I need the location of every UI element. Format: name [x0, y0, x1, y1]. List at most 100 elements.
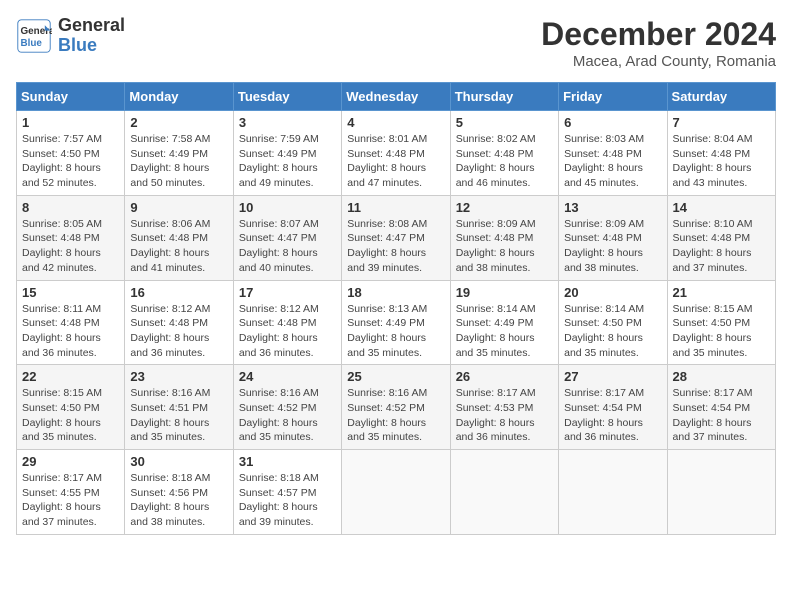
calendar-day-cell: 11 Sunrise: 8:08 AM Sunset: 4:47 PM Dayli… — [342, 195, 450, 280]
calendar-day-cell: 9 Sunrise: 8:06 AM Sunset: 4:48 PM Daylig… — [125, 195, 233, 280]
weekday-header: Friday — [559, 83, 667, 111]
weekday-header: Monday — [125, 83, 233, 111]
calendar-day-cell — [342, 450, 450, 535]
calendar-day-cell: 23 Sunrise: 8:16 AM Sunset: 4:51 PM Dayli… — [125, 365, 233, 450]
day-number: 17 — [239, 285, 336, 300]
calendar-day-cell: 3 Sunrise: 7:59 AM Sunset: 4:49 PM Daylig… — [233, 111, 341, 196]
day-info: Sunrise: 8:06 AM Sunset: 4:48 PM Dayligh… — [130, 217, 227, 276]
logo-general: General — [58, 16, 125, 36]
calendar-day-cell: 19 Sunrise: 8:14 AM Sunset: 4:49 PM Dayli… — [450, 280, 558, 365]
day-number: 10 — [239, 200, 336, 215]
day-info: Sunrise: 8:17 AM Sunset: 4:53 PM Dayligh… — [456, 386, 553, 445]
day-info: Sunrise: 8:09 AM Sunset: 4:48 PM Dayligh… — [456, 217, 553, 276]
day-info: Sunrise: 8:08 AM Sunset: 4:47 PM Dayligh… — [347, 217, 444, 276]
day-info: Sunrise: 8:11 AM Sunset: 4:48 PM Dayligh… — [22, 302, 119, 361]
calendar-day-cell: 4 Sunrise: 8:01 AM Sunset: 4:48 PM Daylig… — [342, 111, 450, 196]
day-number: 30 — [130, 454, 227, 469]
title-block: December 2024 Macea, Arad County, Romani… — [541, 16, 776, 70]
day-info: Sunrise: 8:14 AM Sunset: 4:49 PM Dayligh… — [456, 302, 553, 361]
calendar-week-row: 1 Sunrise: 7:57 AM Sunset: 4:50 PM Daylig… — [17, 111, 776, 196]
calendar-day-cell: 12 Sunrise: 8:09 AM Sunset: 4:48 PM Dayli… — [450, 195, 558, 280]
day-info: Sunrise: 8:16 AM Sunset: 4:52 PM Dayligh… — [239, 386, 336, 445]
day-number: 31 — [239, 454, 336, 469]
day-number: 26 — [456, 369, 553, 384]
day-info: Sunrise: 8:17 AM Sunset: 4:54 PM Dayligh… — [564, 386, 661, 445]
calendar-day-cell: 5 Sunrise: 8:02 AM Sunset: 4:48 PM Daylig… — [450, 111, 558, 196]
day-info: Sunrise: 8:16 AM Sunset: 4:51 PM Dayligh… — [130, 386, 227, 445]
day-info: Sunrise: 8:18 AM Sunset: 4:56 PM Dayligh… — [130, 471, 227, 530]
calendar-table: SundayMondayTuesdayWednesdayThursdayFrid… — [16, 82, 776, 535]
calendar-day-cell: 17 Sunrise: 8:12 AM Sunset: 4:48 PM Dayli… — [233, 280, 341, 365]
day-number: 14 — [673, 200, 770, 215]
calendar-day-cell — [667, 450, 775, 535]
day-number: 23 — [130, 369, 227, 384]
calendar-day-cell: 27Sunrise: 8:17 AM Sunset: 4:54 PM Dayli… — [559, 365, 667, 450]
calendar-week-row: 8 Sunrise: 8:05 AM Sunset: 4:48 PM Daylig… — [17, 195, 776, 280]
day-info: Sunrise: 8:10 AM Sunset: 4:48 PM Dayligh… — [673, 217, 770, 276]
calendar-day-cell: 20Sunrise: 8:14 AM Sunset: 4:50 PM Dayli… — [559, 280, 667, 365]
day-number: 7 — [673, 115, 770, 130]
day-number: 5 — [456, 115, 553, 130]
calendar-day-cell: 10Sunrise: 8:07 AM Sunset: 4:47 PM Dayli… — [233, 195, 341, 280]
day-number: 11 — [347, 200, 444, 215]
calendar-day-cell: 2 Sunrise: 7:58 AM Sunset: 4:49 PM Daylig… — [125, 111, 233, 196]
day-number: 18 — [347, 285, 444, 300]
logo-blue: Blue — [58, 36, 125, 56]
day-number: 2 — [130, 115, 227, 130]
day-info: Sunrise: 7:58 AM Sunset: 4:49 PM Dayligh… — [130, 132, 227, 191]
calendar-day-cell: 15Sunrise: 8:11 AM Sunset: 4:48 PM Dayli… — [17, 280, 125, 365]
day-number: 13 — [564, 200, 661, 215]
calendar-day-cell: 8 Sunrise: 8:05 AM Sunset: 4:48 PM Daylig… — [17, 195, 125, 280]
location: Macea, Arad County, Romania — [541, 53, 776, 70]
day-info: Sunrise: 8:17 AM Sunset: 4:55 PM Dayligh… — [22, 471, 119, 530]
day-number: 9 — [130, 200, 227, 215]
day-info: Sunrise: 8:12 AM Sunset: 4:48 PM Dayligh… — [239, 302, 336, 361]
day-info: Sunrise: 8:02 AM Sunset: 4:48 PM Dayligh… — [456, 132, 553, 191]
day-info: Sunrise: 8:17 AM Sunset: 4:54 PM Dayligh… — [673, 386, 770, 445]
calendar-day-cell: 6 Sunrise: 8:03 AM Sunset: 4:48 PM Daylig… — [559, 111, 667, 196]
calendar-week-row: 22 Sunrise: 8:15 AM Sunset: 4:50 PM Dayli… — [17, 365, 776, 450]
day-info: Sunrise: 8:18 AM Sunset: 4:57 PM Dayligh… — [239, 471, 336, 530]
logo-text: General Blue — [58, 16, 125, 56]
day-number: 20 — [564, 285, 661, 300]
weekday-header-row: SundayMondayTuesdayWednesdayThursdayFrid… — [17, 83, 776, 111]
day-info: Sunrise: 8:15 AM Sunset: 4:50 PM Dayligh… — [673, 302, 770, 361]
day-info: Sunrise: 7:59 AM Sunset: 4:49 PM Dayligh… — [239, 132, 336, 191]
day-info: Sunrise: 8:16 AM Sunset: 4:52 PM Dayligh… — [347, 386, 444, 445]
svg-text:Blue: Blue — [21, 38, 43, 49]
calendar-day-cell: 22 Sunrise: 8:15 AM Sunset: 4:50 PM Dayli… — [17, 365, 125, 450]
day-info: Sunrise: 8:05 AM Sunset: 4:48 PM Dayligh… — [22, 217, 119, 276]
weekday-header: Sunday — [17, 83, 125, 111]
calendar-day-cell: 26 Sunrise: 8:17 AM Sunset: 4:53 PM Dayli… — [450, 365, 558, 450]
day-number: 4 — [347, 115, 444, 130]
day-info: Sunrise: 7:57 AM Sunset: 4:50 PM Dayligh… — [22, 132, 119, 191]
logo: General Blue General Blue — [16, 16, 125, 56]
day-info: Sunrise: 8:03 AM Sunset: 4:48 PM Dayligh… — [564, 132, 661, 191]
day-info: Sunrise: 8:01 AM Sunset: 4:48 PM Dayligh… — [347, 132, 444, 191]
day-number: 1 — [22, 115, 119, 130]
day-number: 22 — [22, 369, 119, 384]
calendar-day-cell: 24Sunrise: 8:16 AM Sunset: 4:52 PM Dayli… — [233, 365, 341, 450]
weekday-header: Tuesday — [233, 83, 341, 111]
calendar-week-row: 29 Sunrise: 8:17 AM Sunset: 4:55 PM Dayli… — [17, 450, 776, 535]
calendar-day-cell: 18 Sunrise: 8:13 AM Sunset: 4:49 PM Dayli… — [342, 280, 450, 365]
day-number: 28 — [673, 369, 770, 384]
month-title: December 2024 — [541, 16, 776, 53]
calendar-day-cell: 21Sunrise: 8:15 AM Sunset: 4:50 PM Dayli… — [667, 280, 775, 365]
calendar-day-cell: 29 Sunrise: 8:17 AM Sunset: 4:55 PM Dayli… — [17, 450, 125, 535]
calendar-day-cell — [559, 450, 667, 535]
day-info: Sunrise: 8:13 AM Sunset: 4:49 PM Dayligh… — [347, 302, 444, 361]
calendar-day-cell: 1 Sunrise: 7:57 AM Sunset: 4:50 PM Daylig… — [17, 111, 125, 196]
day-info: Sunrise: 8:15 AM Sunset: 4:50 PM Dayligh… — [22, 386, 119, 445]
day-number: 12 — [456, 200, 553, 215]
day-info: Sunrise: 8:09 AM Sunset: 4:48 PM Dayligh… — [564, 217, 661, 276]
calendar-day-cell: 31 Sunrise: 8:18 AM Sunset: 4:57 PM Dayli… — [233, 450, 341, 535]
day-number: 3 — [239, 115, 336, 130]
day-number: 29 — [22, 454, 119, 469]
day-number: 6 — [564, 115, 661, 130]
calendar-day-cell: 30 Sunrise: 8:18 AM Sunset: 4:56 PM Dayli… — [125, 450, 233, 535]
day-number: 8 — [22, 200, 119, 215]
day-number: 25 — [347, 369, 444, 384]
page-header: General Blue General Blue December 2024 … — [16, 16, 776, 70]
day-number: 19 — [456, 285, 553, 300]
